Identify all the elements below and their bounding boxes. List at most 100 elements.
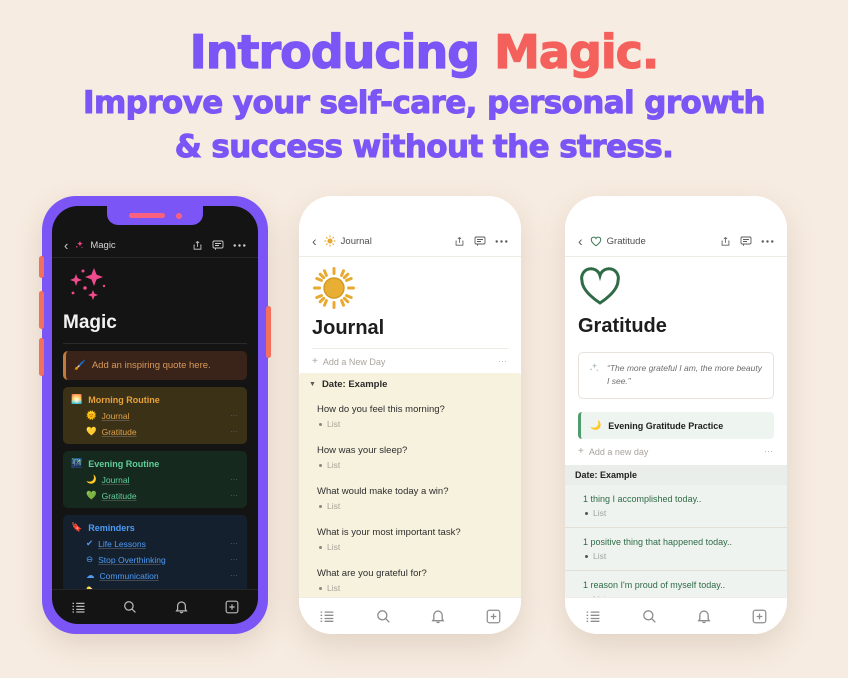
new-page-icon[interactable] xyxy=(486,609,501,624)
headline-line-3: & success without the stress. xyxy=(174,129,674,166)
more-options-icon[interactable]: ⋯ xyxy=(230,539,239,548)
more-options-icon[interactable]: ⋯ xyxy=(230,555,239,564)
more-options-icon[interactable]: ⋯ xyxy=(230,475,239,484)
more-options-icon[interactable]: ⋯ xyxy=(498,356,508,367)
more-options-icon[interactable]: ⋯ xyxy=(230,411,239,420)
journal-question-item: How do you feel this morning? List xyxy=(299,396,521,437)
phone2-content: Journal + Add a New Day ⋯ ▼ Date: Exampl… xyxy=(299,257,521,597)
list-item-label: Life Lessons xyxy=(98,538,146,549)
gratitude-list-placeholder[interactable]: List xyxy=(565,504,787,527)
list-icon[interactable] xyxy=(71,601,86,614)
list-item[interactable]: 💛 Gratitude ⋯ xyxy=(71,426,239,437)
list-item[interactable]: ☁ Communication ⋯ xyxy=(71,570,239,581)
gratitude-prompt: 1 thing I accomplished today.. xyxy=(583,494,702,504)
quote-card-label: Add an inspiring quote here. xyxy=(91,360,211,371)
evening-routine-card[interactable]: 🌃 Evening Routine 🌙 Journal ⋯ 💚 Gratitud… xyxy=(63,451,247,508)
new-page-icon[interactable] xyxy=(752,609,767,624)
comment-icon[interactable] xyxy=(212,240,224,251)
list-item[interactable]: 🌞 Journal ⋯ xyxy=(71,410,239,421)
gratitude-list-placeholder[interactable]: List xyxy=(565,590,787,597)
list-icon[interactable] xyxy=(585,610,601,623)
bell-icon[interactable] xyxy=(175,600,188,614)
more-options-icon[interactable] xyxy=(495,239,508,244)
phone1-mute-button[interactable] xyxy=(39,256,44,278)
more-options-icon[interactable] xyxy=(761,239,774,244)
phone1-notch xyxy=(107,206,203,225)
comment-icon[interactable] xyxy=(740,236,752,247)
share-icon[interactable] xyxy=(454,236,465,247)
gratitude-quote-text: “The more grateful I am, the more beauty… xyxy=(607,363,762,386)
reminders-card[interactable]: 🔖 Reminders ✔ Life Lessons ⋯ ⊖ Stop Over… xyxy=(63,515,247,590)
inspiring-quote-card[interactable]: 🖌️ Add an inspiring quote here. xyxy=(63,351,247,380)
back-icon[interactable]: ‹ xyxy=(578,234,583,248)
more-options-icon[interactable]: ⋯ xyxy=(230,427,239,436)
list-item[interactable]: 🌙 Journal ⋯ xyxy=(71,474,239,485)
speaker-icon xyxy=(128,213,165,218)
share-icon[interactable] xyxy=(192,240,203,251)
chevron-down-icon[interactable]: ▼ xyxy=(309,381,316,388)
phone2-screen: ‹ Journal Journal + Add a New Day ⋯ ▼ Da… xyxy=(299,196,521,634)
sunrise-icon: 🌅 xyxy=(71,394,83,404)
list-icon[interactable] xyxy=(319,610,335,623)
journal-question-item: What are you grateful for? List xyxy=(299,560,521,597)
phone1-topbar-title: Magic xyxy=(90,239,116,251)
phone1-volume-up-button[interactable] xyxy=(39,291,44,329)
journal-list-placeholder[interactable]: List xyxy=(299,579,521,597)
phone3-screen: ‹ Gratitude Gratitude “The more grateful… xyxy=(565,196,787,634)
more-options-icon[interactable] xyxy=(233,243,246,248)
gratitude-prompt-item: 1 thing I accomplished today.. List xyxy=(565,485,787,527)
bell-icon[interactable] xyxy=(431,609,445,624)
search-icon[interactable] xyxy=(123,600,137,614)
sparkles-icon xyxy=(63,257,247,312)
comment-icon[interactable] xyxy=(474,236,486,247)
brush-icon: 🖌️ xyxy=(74,360,86,371)
new-page-icon[interactable] xyxy=(225,600,239,614)
phone1-topbar-actions xyxy=(192,240,246,251)
add-new-day-row[interactable]: + Add a New Day ⋯ xyxy=(312,349,508,373)
list-item[interactable]: ⊖ Stop Overthinking ⋯ xyxy=(71,554,239,565)
evening-gratitude-practice-card[interactable]: 🌙 Evening Gratitude Practice xyxy=(578,412,774,439)
phone3-content: Gratitude “The more grateful I am, the m… xyxy=(565,257,787,597)
back-icon[interactable]: ‹ xyxy=(312,234,317,248)
search-icon[interactable] xyxy=(376,609,391,624)
sunset-icon: 🌃 xyxy=(71,458,83,468)
phone1-power-button[interactable] xyxy=(266,306,271,358)
bell-icon[interactable] xyxy=(697,609,711,624)
journal-question: How do you feel this morning? xyxy=(317,404,445,415)
gratitude-prompt-item: 1 positive thing that happened today.. L… xyxy=(565,528,787,570)
journal-list-placeholder[interactable]: List xyxy=(299,415,521,437)
gratitude-header-area: Gratitude “The more grateful I am, the m… xyxy=(565,257,787,463)
page-title: Gratitude xyxy=(578,315,667,337)
journal-list-placeholder[interactable]: List xyxy=(299,497,521,519)
journal-question: What are you grateful for? xyxy=(317,568,427,579)
sun-icon xyxy=(323,235,336,247)
list-item[interactable]: 💚 Gratitude ⋯ xyxy=(71,490,239,501)
more-options-icon[interactable]: ⋯ xyxy=(230,571,239,580)
phone-mockup-gratitude: ‹ Gratitude Gratitude “The more grateful… xyxy=(565,196,787,634)
date-toggle-header[interactable]: ▼ Date: Example xyxy=(299,373,521,396)
more-options-icon[interactable]: ⋯ xyxy=(764,446,774,457)
phone2-topbar: ‹ Journal xyxy=(299,226,521,257)
morning-routine-card[interactable]: 🌅 Morning Routine 🌞 Journal ⋯ 💛 Gratitud… xyxy=(63,387,247,444)
journal-list-placeholder[interactable]: List xyxy=(299,538,521,560)
gratitude-list-placeholder[interactable]: List xyxy=(565,547,787,570)
plus-icon[interactable]: + xyxy=(578,446,584,457)
search-icon[interactable] xyxy=(642,609,657,624)
more-options-icon[interactable]: ⋯ xyxy=(230,491,239,500)
check-circle-icon: ✔ xyxy=(86,538,94,548)
gratitude-date-label[interactable]: Date: Example xyxy=(565,465,787,485)
add-new-day-row[interactable]: + Add a new day ⋯ xyxy=(578,439,774,463)
moon-icon: 🌙 xyxy=(86,474,97,484)
phone1-screen: ‹ Magic Magic 🖌️ Add an inspiring quote … xyxy=(52,206,258,624)
gratitude-prompt-item: 1 reason I'm proud of myself today.. Lis… xyxy=(565,571,787,597)
plus-icon[interactable]: + xyxy=(312,356,318,367)
share-icon[interactable] xyxy=(720,236,731,247)
journal-list-placeholder[interactable]: List xyxy=(299,456,521,478)
journal-question: How was your sleep? xyxy=(317,445,408,456)
journal-date-block: ▼ Date: Example How do you feel this mor… xyxy=(299,373,521,597)
list-item[interactable]: ✔ Life Lessons ⋯ xyxy=(71,538,239,549)
back-icon[interactable]: ‹ xyxy=(64,239,68,252)
phone-mockup-magic: ‹ Magic Magic 🖌️ Add an inspiring quote … xyxy=(39,196,271,634)
phone1-volume-down-button[interactable] xyxy=(39,338,44,376)
gratitude-quote-card[interactable]: “The more grateful I am, the more beauty… xyxy=(578,352,774,399)
